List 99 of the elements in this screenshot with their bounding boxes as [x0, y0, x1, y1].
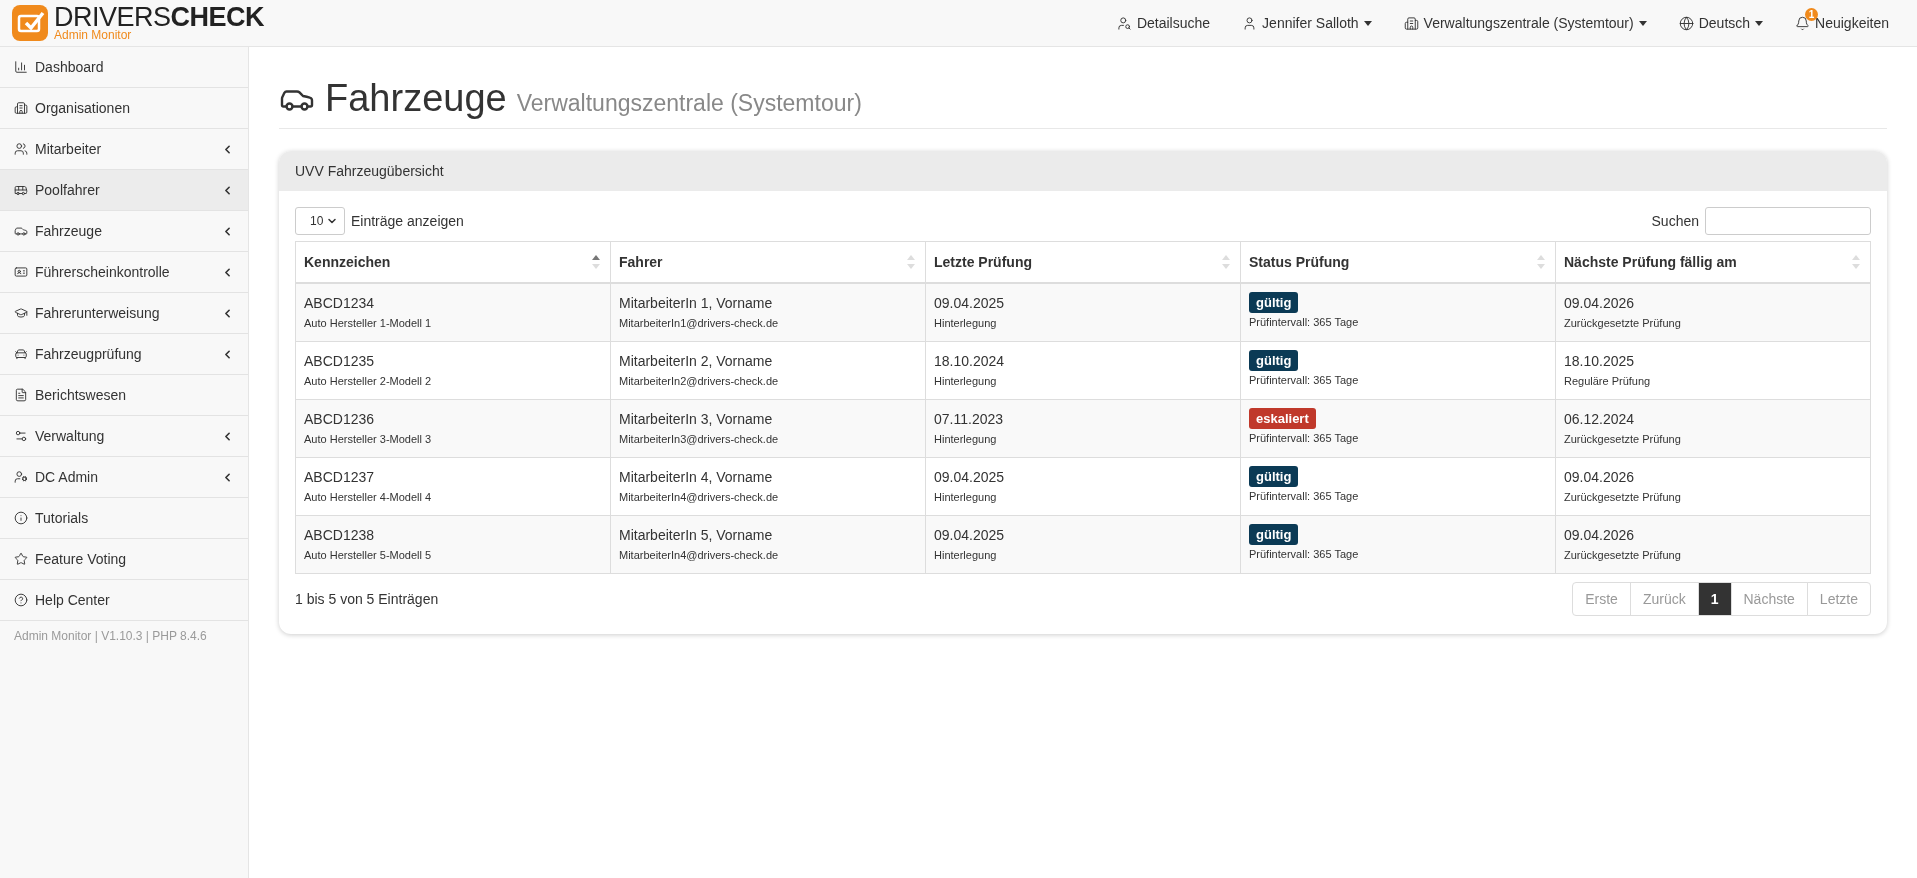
search-field[interactable] — [1705, 207, 1871, 235]
driver-name: MitarbeiterIn 4, Vorname — [619, 468, 774, 487]
nav-link[interactable]: Detailsuche — [1116, 7, 1211, 39]
nav-icon — [1242, 15, 1258, 31]
next-check-date: 06.12.2024 — [1564, 410, 1636, 429]
sidebar-item[interactable]: Fahrerunterweisung — [0, 293, 248, 334]
driver-name: MitarbeiterIn 3, Vorname — [619, 410, 774, 429]
next-check-date: 09.04.2026 — [1564, 468, 1636, 487]
check-type: Zurückgesetzte Prüfung — [1564, 548, 1682, 563]
sidebar-item[interactable]: DC Admin — [0, 457, 248, 498]
nav-icon — [1795, 15, 1811, 31]
search-label: Suchen — [1651, 213, 1699, 229]
check-type: Zurückgesetzte Prüfung — [1564, 490, 1682, 505]
menu-icon — [14, 183, 28, 197]
plate-number: ABCD1234 — [304, 294, 376, 313]
nav-link[interactable]: Jennifer Salloth — [1242, 7, 1372, 39]
menu-icon — [14, 347, 28, 361]
check-type: Zurückgesetzte Prüfung — [1564, 316, 1682, 331]
driver-email: MitarbeiterIn4@drivers-check.de — [619, 490, 780, 505]
vehicle-model: Auto Hersteller 2-Modell 2 — [304, 374, 433, 389]
driver-email: MitarbeiterIn4@drivers-check.de — [619, 548, 780, 563]
brand-name: DRIVERSCHECK — [54, 5, 265, 29]
sidebar-item[interactable]: Verwaltung — [0, 416, 248, 457]
check-interval: Prüfintervall: 365 Tage — [1249, 547, 1360, 562]
plate-number: ABCD1236 — [304, 410, 376, 429]
menu-icon — [14, 511, 28, 525]
plate-number: ABCD1235 — [304, 352, 376, 371]
plate-number: ABCD1238 — [304, 526, 376, 545]
next-check-date: 09.04.2026 — [1564, 526, 1636, 545]
menu-icon — [14, 224, 28, 238]
menu-icon — [14, 388, 28, 402]
status-badge: gültig — [1249, 524, 1299, 545]
driver-email: MitarbeiterIn3@drivers-check.de — [619, 432, 780, 447]
check-type: Zurückgesetzte Prüfung — [1564, 432, 1682, 447]
sidebar-item[interactable]: Poolfahrer — [0, 170, 248, 211]
vehicle-model: Auto Hersteller 4-Modell 4 — [304, 490, 433, 505]
check-note: Hinterlegung — [934, 432, 998, 447]
check-note: Hinterlegung — [934, 316, 998, 331]
sidebar-item[interactable]: Organisationen — [0, 88, 248, 129]
sidebar-item[interactable]: Tutorials — [0, 498, 248, 539]
nav-icon — [1403, 15, 1419, 31]
check-interval: Prüfintervall: 365 Tage — [1249, 431, 1360, 446]
sidebar-item[interactable]: Berichtswesen — [0, 375, 248, 416]
plate-number: ABCD1237 — [304, 468, 376, 487]
brand-tagline: Admin Monitor — [54, 29, 133, 41]
vehicle-model: Auto Hersteller 1-Modell 1 — [304, 316, 433, 331]
menu-icon — [14, 60, 28, 74]
driver-email: MitarbeiterIn2@drivers-check.de — [619, 374, 780, 389]
driver-name: MitarbeiterIn 2, Vorname — [619, 352, 774, 371]
driver-email: MitarbeiterIn1@drivers-check.de — [619, 316, 780, 331]
check-note: Hinterlegung — [934, 374, 998, 389]
sidebar-item[interactable]: Help Center — [0, 580, 248, 621]
last-check-date: 09.04.2025 — [934, 468, 1006, 487]
card-title: UVV Fahrzeugübersicht — [279, 151, 1887, 191]
check-interval: Prüfintervall: 365 Tage — [1249, 373, 1360, 388]
sidebar-item[interactable]: Feature Voting — [0, 539, 248, 580]
last-check-date: 09.04.2025 — [934, 526, 1006, 545]
check-interval: Prüfintervall: 365 Tage — [1249, 315, 1360, 330]
check-interval: Prüfintervall: 365 Tage — [1249, 489, 1360, 504]
nav-icon — [1678, 15, 1694, 31]
next-check-date: 18.10.2025 — [1564, 352, 1636, 371]
vehicle-model: Auto Hersteller 5-Modell 5 — [304, 548, 433, 563]
menu-icon — [14, 552, 28, 566]
last-check-date: 07.11.2023 — [934, 410, 1005, 429]
menu-icon — [14, 142, 28, 156]
pagination-button[interactable]: 1 — [1697, 582, 1732, 616]
last-check-date: 09.04.2025 — [934, 294, 1006, 313]
status-badge: gültig — [1249, 350, 1299, 371]
check-note: Hinterlegung — [934, 490, 998, 505]
status-badge: gültig — [1249, 292, 1299, 313]
logo-icon — [12, 5, 48, 41]
sidebar-item[interactable]: Dashboard — [0, 47, 248, 88]
nav-icon — [1116, 15, 1132, 31]
vehicle-model: Auto Hersteller 3-Modell 3 — [304, 432, 433, 447]
nav-link[interactable]: Deutsch — [1678, 7, 1764, 39]
driver-name: MitarbeiterIn 1, Vorname — [619, 294, 774, 313]
sidebar-item[interactable]: Fahrzeugprüfung — [0, 334, 248, 375]
version-info: Admin Monitor | V1.10.3 | PHP 8.4.6 — [13, 628, 208, 645]
menu-icon — [14, 265, 28, 279]
menu-icon — [14, 306, 28, 320]
entries-select[interactable]: 10 — [295, 207, 345, 235]
page-subtitle: Verwaltungszentrale (Systemtour) — [516, 90, 862, 117]
menu-icon — [14, 429, 28, 443]
status-badge: eskaliert — [1249, 408, 1316, 429]
menu-icon — [14, 593, 28, 607]
page-title: Fahrzeuge — [325, 77, 507, 120]
menu-icon — [14, 470, 28, 484]
sidebar-item[interactable]: Führerscheinkontrolle — [0, 252, 248, 293]
check-type: Reguläre Prüfung — [1564, 374, 1652, 389]
last-check-date: 18.10.2024 — [934, 352, 1006, 371]
menu-icon — [14, 101, 28, 115]
table-info: 1 bis 5 von 5 Einträgen — [295, 591, 439, 607]
status-badge: gültig — [1249, 466, 1299, 487]
entries-label: Einträge anzeigen — [351, 213, 464, 229]
driver-name: MitarbeiterIn 5, Vorname — [619, 526, 774, 545]
nav-link[interactable]: Verwaltungszentrale (Systemtour) — [1403, 7, 1647, 39]
check-note: Hinterlegung — [934, 548, 998, 563]
next-check-date: 09.04.2026 — [1564, 294, 1636, 313]
sidebar-item[interactable]: Fahrzeuge — [0, 211, 248, 252]
